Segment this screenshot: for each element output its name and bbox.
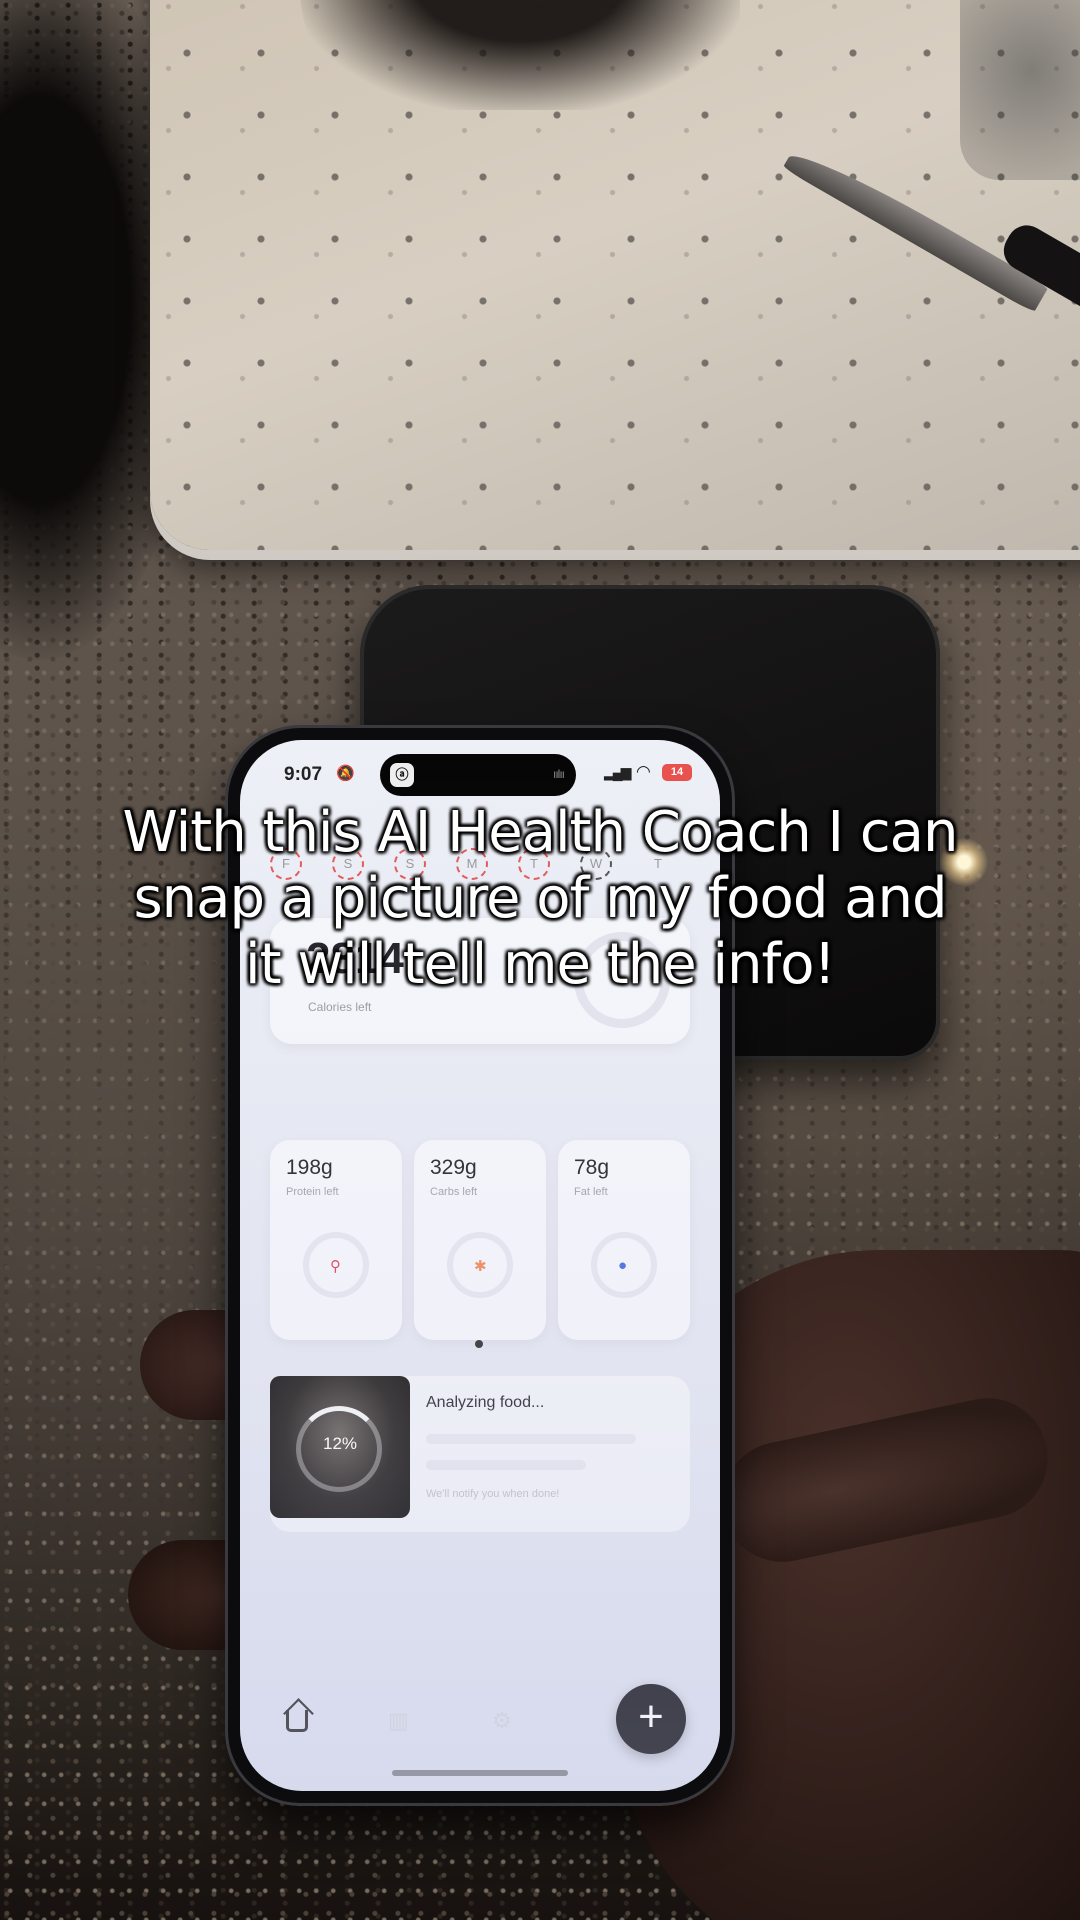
dynamic-island[interactable]: ⓐ ıılıı xyxy=(380,754,576,796)
protein-icon: ⚲ xyxy=(330,1258,341,1275)
waveform-icon: ıılıı xyxy=(552,767,565,781)
analyzing-note: We'll notify you when done! xyxy=(426,1488,560,1500)
macro-label: Carbs left xyxy=(430,1186,478,1198)
glass-cup xyxy=(960,0,1080,180)
analyzing-food-card[interactable]: 12% Analyzing food... We'll notify you w… xyxy=(270,1376,690,1532)
macro-ring: ⚲ xyxy=(303,1232,369,1298)
macro-card-carbs[interactable]: 329g Carbs left ✱ xyxy=(414,1140,546,1340)
page-indicator[interactable] xyxy=(475,1340,483,1348)
video-caption: With this AI Health Coach I can snap a p… xyxy=(122,800,959,997)
home-icon[interactable] xyxy=(286,1710,308,1732)
status-time: 9:07 xyxy=(284,764,323,785)
fat-icon: ● xyxy=(618,1257,628,1274)
silent-bell-icon: 🔕 xyxy=(336,765,355,782)
home-indicator[interactable] xyxy=(392,1770,568,1776)
photo-scene: 9:07 🔕 ⓐ ıılıı ▂▄▆ ◠ 14 F S S M T W T 28… xyxy=(0,0,1080,1920)
macro-card-protein[interactable]: 198g Protein left ⚲ xyxy=(270,1140,402,1340)
macro-value: 78g xyxy=(574,1156,610,1179)
tab-bar: ▥ ⚙ + xyxy=(240,1678,720,1768)
loading-placeholder xyxy=(426,1460,586,1470)
battery-icon: 14 xyxy=(662,764,692,781)
loading-placeholder xyxy=(426,1434,636,1444)
macro-label: Fat left xyxy=(574,1186,608,1198)
carbs-icon: ✱ xyxy=(474,1258,487,1275)
settings-icon[interactable]: ⚙ xyxy=(492,1708,512,1734)
board-shadow xyxy=(300,0,740,110)
app-activity-icon: ⓐ xyxy=(390,763,414,787)
macro-card-fat[interactable]: 78g Fat left ● xyxy=(558,1140,690,1340)
analyzing-title: Analyzing food... xyxy=(426,1394,545,1411)
macro-value: 329g xyxy=(430,1156,477,1179)
progress-chart-icon[interactable]: ▥ xyxy=(388,1708,409,1734)
analysis-progress: 12% xyxy=(322,1434,358,1453)
macro-label: Protein left xyxy=(286,1186,339,1198)
calories-label: Calories left xyxy=(308,1000,372,1014)
signal-icon: ▂▄▆ xyxy=(604,764,631,780)
macro-value: 198g xyxy=(286,1156,333,1179)
status-bar: 9:07 🔕 ⓐ ıılıı ▂▄▆ ◠ 14 xyxy=(240,740,720,796)
macro-ring: ✱ xyxy=(447,1232,513,1298)
wifi-icon: ◠ xyxy=(636,762,651,781)
macro-ring: ● xyxy=(591,1232,657,1298)
food-photo-thumbnail: 12% xyxy=(270,1376,410,1518)
add-button[interactable]: + xyxy=(616,1684,686,1754)
